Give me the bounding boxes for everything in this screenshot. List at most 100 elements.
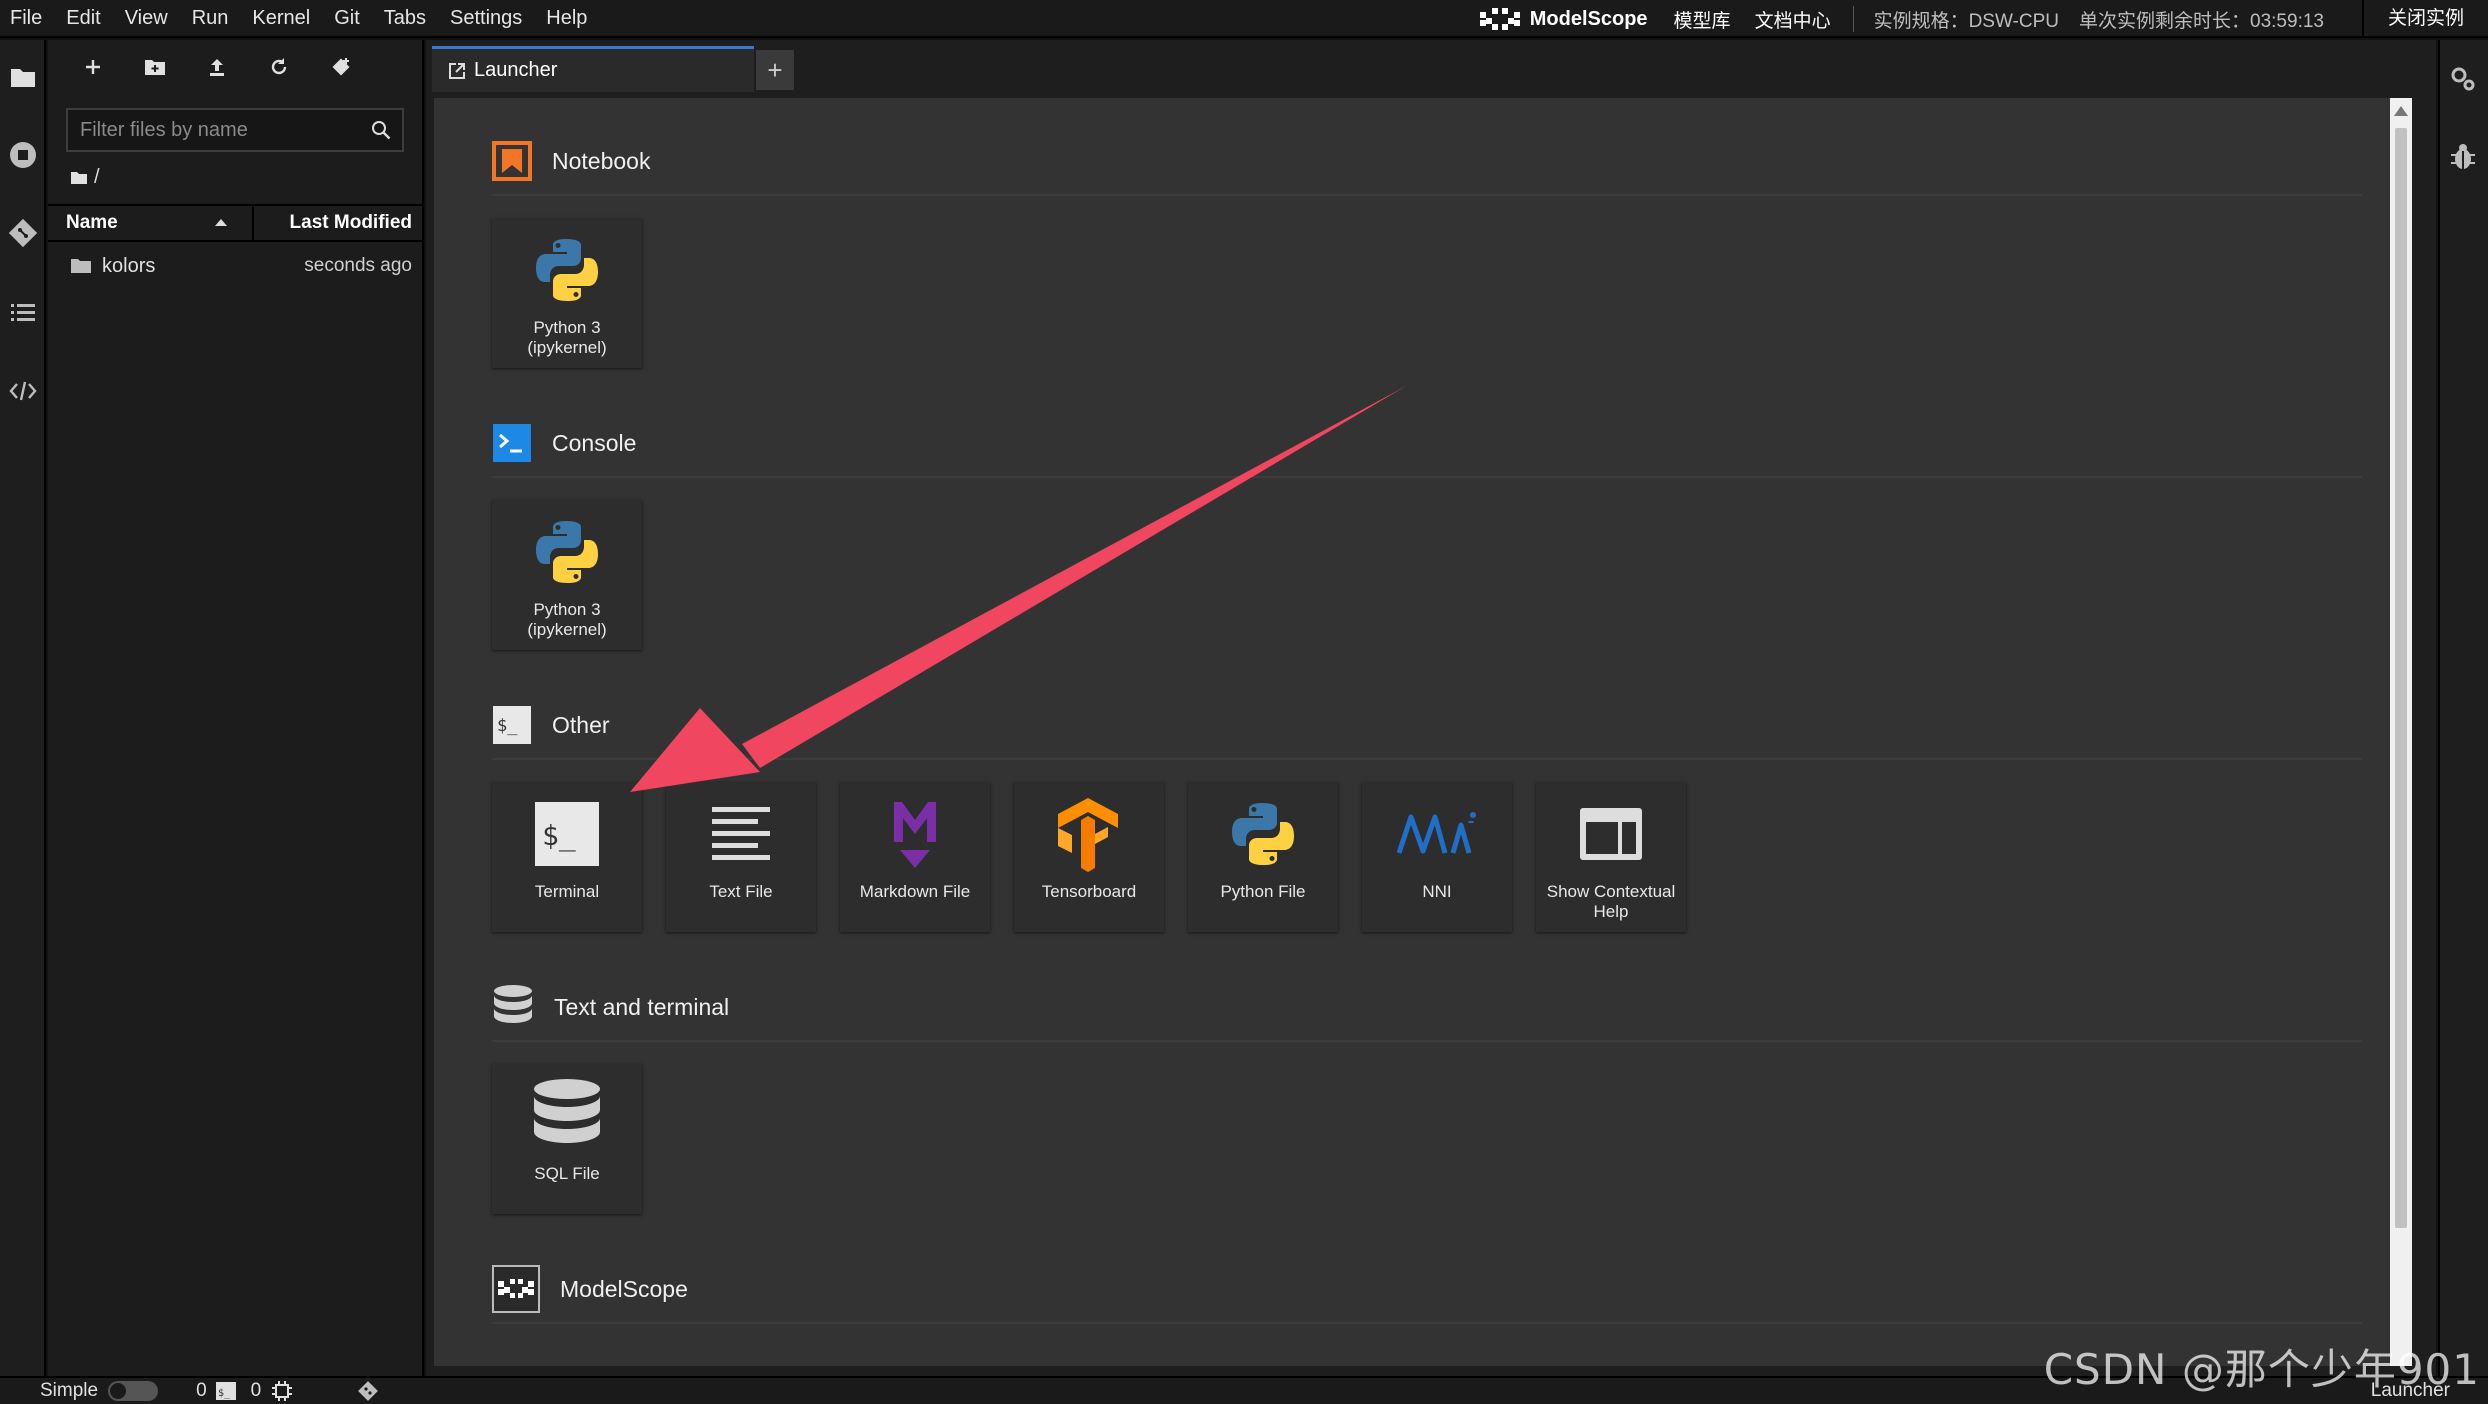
modelscope-logo[interactable]: ModelScope xyxy=(1464,6,1662,32)
column-name-label: Name xyxy=(66,212,118,233)
markdown-file-card[interactable]: Markdown File xyxy=(840,782,990,932)
terminal-icon: $_ xyxy=(535,802,599,866)
card-label: Show Contextual Help xyxy=(1546,882,1676,921)
terminal-status-icon: $_ xyxy=(215,1382,236,1400)
card-label: Python 3 (ipykernel) xyxy=(527,318,607,357)
simple-mode-toggle[interactable] xyxy=(108,1381,159,1401)
property-inspector-gears-icon[interactable] xyxy=(2446,62,2480,96)
text-terminal-section-title: Text and terminal xyxy=(554,993,730,1020)
header-right: ModelScope 模型库 文档中心 实例规格：DSW-CPU 单次实例剩余时… xyxy=(1464,0,2488,38)
contextual-help-card[interactable]: Show Contextual Help xyxy=(1536,782,1686,932)
folder-icon xyxy=(71,171,87,184)
new-tab-button[interactable]: + xyxy=(756,50,794,90)
column-name-header[interactable]: Name xyxy=(48,206,254,240)
folder-icon xyxy=(71,259,91,273)
breadcrumb[interactable]: / xyxy=(70,166,100,189)
menu-kernel[interactable]: Kernel xyxy=(240,0,322,37)
menu-view[interactable]: View xyxy=(113,0,180,37)
nni-card[interactable]: NNI xyxy=(1362,782,1512,932)
code-snippets-icon[interactable] xyxy=(6,374,40,408)
file-filter-input[interactable] xyxy=(68,118,370,142)
card-label: Tensorboard xyxy=(1041,882,1137,901)
modelscope-logo-icon xyxy=(1479,8,1520,30)
scroll-up-arrow-icon[interactable] xyxy=(2394,106,2408,116)
section-divider xyxy=(492,1040,2362,1042)
file-browser-folder-icon[interactable] xyxy=(6,60,40,94)
launcher-panel: Notebook Python 3 (ipykernel) Console Py… xyxy=(434,98,2412,1366)
refresh-icon[interactable] xyxy=(264,52,294,82)
python-logo-icon xyxy=(1232,803,1294,865)
modelscope-section-title: ModelScope xyxy=(560,1275,688,1302)
text-file-card[interactable]: Text File xyxy=(666,782,816,932)
section-divider xyxy=(492,758,2362,760)
terminal-dollar-icon: $_ xyxy=(493,706,531,744)
docs-center-link[interactable]: 文档中心 xyxy=(1743,6,1843,33)
sort-asc-caret-icon xyxy=(215,219,227,226)
git-icon[interactable] xyxy=(6,216,40,250)
modelscope-logo-icon xyxy=(492,1265,540,1313)
remaining-time: 单次实例剩余时长：03:59:13 xyxy=(2079,10,2324,32)
search-icon xyxy=(372,121,391,140)
file-modified: seconds ago xyxy=(304,255,412,276)
running-sessions-stop-icon[interactable] xyxy=(6,138,40,172)
database-icon xyxy=(494,985,532,1023)
list-item[interactable]: kolors seconds ago xyxy=(48,246,424,286)
file-filter-search xyxy=(66,108,404,152)
console-python3-card[interactable]: Python 3 (ipykernel) xyxy=(492,500,642,650)
tensorboard-card[interactable]: Tensorboard xyxy=(1014,782,1164,932)
new-folder-icon[interactable] xyxy=(140,52,170,82)
card-label: SQL File xyxy=(534,1164,600,1183)
database-icon xyxy=(534,1079,600,1143)
tab-launcher[interactable]: Launcher xyxy=(432,46,754,92)
launcher-scrollbar[interactable] xyxy=(2390,98,2412,1366)
other-section-title: Other xyxy=(552,711,610,738)
column-modified-header[interactable]: Last Modified xyxy=(254,206,424,240)
notebook-python3-card[interactable]: Python 3 (ipykernel) xyxy=(492,218,642,368)
scroll-thumb[interactable] xyxy=(2395,128,2407,1228)
notebook-section: Notebook Python 3 (ipykernel) xyxy=(492,138,2362,368)
card-label: Python File xyxy=(1220,882,1306,901)
file-browser-toolbar xyxy=(78,52,356,82)
python-file-card[interactable]: Python File xyxy=(1188,782,1338,932)
git-clone-icon[interactable] xyxy=(326,52,356,82)
debugger-bug-icon[interactable] xyxy=(2446,140,2480,174)
menu-edit[interactable]: Edit xyxy=(54,0,112,37)
python-logo-icon xyxy=(536,521,598,583)
menu-git[interactable]: Git xyxy=(322,0,372,37)
instance-spec: 实例规格：DSW-CPU xyxy=(1873,10,2060,32)
table-of-contents-icon[interactable] xyxy=(6,296,40,330)
menu-help[interactable]: Help xyxy=(534,0,599,37)
breadcrumb-root[interactable]: / xyxy=(94,166,100,189)
git-status-icon[interactable] xyxy=(357,1380,379,1402)
svg-text:$_: $_ xyxy=(542,819,576,853)
watermark: CSDN @那个少年901 xyxy=(2043,1345,2480,1394)
menu-file[interactable]: File xyxy=(0,0,54,37)
upload-icon[interactable] xyxy=(202,52,232,82)
file-name: kolors xyxy=(102,254,156,277)
menu-settings[interactable]: Settings xyxy=(438,0,534,37)
menu-run[interactable]: Run xyxy=(180,0,241,37)
nni-logo-icon xyxy=(1396,812,1476,854)
menu-tabs[interactable]: Tabs xyxy=(372,0,438,37)
file-list-header: Name Last Modified xyxy=(48,204,424,242)
other-section: $_ Other $_ Terminal Text File Markdown … xyxy=(492,702,2362,932)
section-divider xyxy=(492,476,2362,478)
card-label: Markdown File xyxy=(859,882,971,901)
card-label: Text File xyxy=(709,882,773,901)
simple-mode-label: Simple xyxy=(40,1380,99,1401)
tab-launcher-label: Launcher xyxy=(474,59,558,81)
right-sidebar xyxy=(2438,40,2488,1376)
sql-file-card[interactable]: SQL File xyxy=(492,1064,642,1214)
terminal-count[interactable]: 0 xyxy=(196,1380,207,1402)
section-divider xyxy=(492,1322,2362,1324)
terminal-card[interactable]: $_ Terminal xyxy=(492,782,642,932)
kernel-count[interactable]: 0 xyxy=(251,1380,262,1402)
new-launcher-plus-icon[interactable] xyxy=(78,52,108,82)
close-instance-button[interactable]: 关闭实例 xyxy=(2361,0,2488,38)
markdown-icon xyxy=(894,802,936,868)
notebook-bookmark-icon xyxy=(492,141,532,181)
main-dock-area: Launcher + Notebook Python 3 (ipykernel)… xyxy=(426,40,2436,1376)
launcher-external-icon xyxy=(449,62,465,79)
model-library-link[interactable]: 模型库 xyxy=(1662,6,1743,33)
console-section: Console Python 3 (ipykernel) xyxy=(492,420,2362,650)
